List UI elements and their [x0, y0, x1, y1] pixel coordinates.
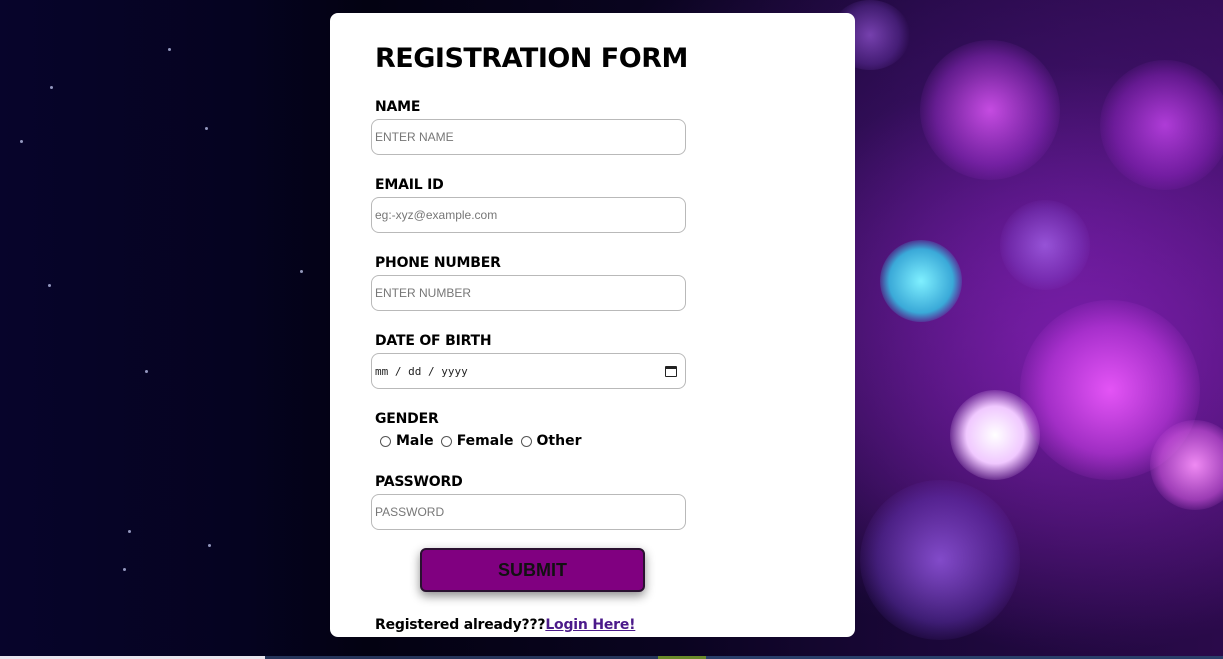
submit-button[interactable]: SUBMIT: [420, 548, 645, 592]
radio-label-other: Other: [536, 433, 582, 449]
star-dot: [128, 530, 131, 533]
radio-other[interactable]: [520, 435, 532, 447]
gender-label: GENDER: [375, 411, 439, 427]
star-dot: [205, 127, 208, 130]
bokeh-light: [880, 240, 962, 322]
star-dot: [168, 48, 171, 51]
page-title: REGISTRATION FORM: [375, 43, 688, 74]
login-prompt: Registered already???Login Here!: [375, 617, 636, 633]
bokeh-light: [1100, 60, 1223, 190]
bokeh-light: [860, 480, 1020, 640]
radio-male[interactable]: [380, 435, 391, 447]
gender-options: Male Female Other: [380, 433, 588, 449]
star-dot: [123, 568, 126, 571]
radio-label-male: Male: [396, 433, 434, 449]
password-label: PASSWORD: [375, 474, 463, 490]
star-dot: [20, 140, 23, 143]
bokeh-light: [1000, 200, 1090, 290]
star-dot: [145, 370, 148, 373]
login-prompt-text: Registered already???: [375, 617, 546, 633]
name-label: NAME: [375, 99, 421, 115]
bokeh-light: [1150, 420, 1223, 510]
radio-female[interactable]: [440, 435, 452, 447]
star-dot: [208, 544, 211, 547]
dob-input[interactable]: mm / dd / yyyy: [371, 353, 686, 389]
login-link[interactable]: Login Here!: [545, 617, 635, 633]
phone-input[interactable]: ENTER NUMBER: [371, 275, 686, 311]
registration-card: REGISTRATION FORM NAME ENTER NAME EMAIL …: [330, 13, 855, 637]
password-input[interactable]: PASSWORD: [371, 494, 686, 530]
calendar-icon[interactable]: [665, 365, 677, 377]
radio-label-female: Female: [456, 433, 514, 449]
bokeh-light: [920, 40, 1060, 180]
phone-label: PHONE NUMBER: [375, 255, 501, 271]
dob-placeholder: mm / dd / yyyy: [375, 364, 468, 378]
email-input[interactable]: eg:-xyz@example.com: [371, 197, 686, 233]
dob-label: DATE OF BIRTH: [375, 333, 492, 349]
star-dot: [50, 86, 53, 89]
name-input[interactable]: ENTER NAME: [371, 119, 686, 155]
star-dot: [48, 284, 51, 287]
email-label: EMAIL ID: [375, 177, 444, 193]
star-dot: [300, 270, 303, 273]
